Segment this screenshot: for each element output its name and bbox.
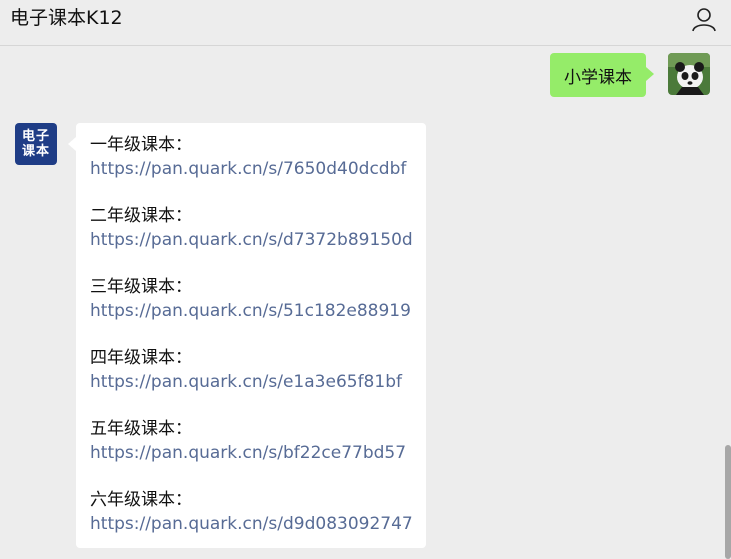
grade-link[interactable]: https://pan.quark.cn/s/d9d083092747	[90, 512, 413, 536]
incoming-message: 一年级课本： https://pan.quark.cn/s/7650d40dcd…	[68, 123, 426, 548]
chat-title: 电子课本K12	[10, 7, 123, 29]
grade-entry: 四年级课本： https://pan.quark.cn/s/e1a3e65f81…	[90, 346, 412, 394]
grade-label: 二年级课本：	[90, 206, 192, 226]
grade-label: 四年级课本：	[90, 348, 192, 368]
grade-label: 六年级课本：	[90, 490, 192, 510]
grade-label: 三年级课本：	[90, 277, 192, 297]
panda-avatar[interactable]	[668, 53, 710, 95]
scrollbar[interactable]	[725, 445, 731, 559]
grade-label: 一年级课本：	[90, 135, 192, 155]
bot-avatar-line1: 电子	[21, 129, 50, 144]
grade-entry: 三年级课本： https://pan.quark.cn/s/51c182e889…	[90, 275, 412, 323]
outgoing-message-text: 小学课本	[564, 67, 632, 88]
grade-link[interactable]: https://pan.quark.cn/s/bf22ce77bd57	[90, 441, 412, 465]
grade-link[interactable]: https://pan.quark.cn/s/51c182e88919	[90, 299, 412, 323]
grade-entry: 五年级课本： https://pan.quark.cn/s/bf22ce77bd…	[90, 417, 412, 465]
outgoing-message[interactable]: 小学课本	[550, 53, 654, 97]
user-icon[interactable]	[691, 6, 717, 32]
grade-entry: 二年级课本： https://pan.quark.cn/s/d7372b8915…	[90, 204, 413, 252]
grade-entry: 一年级课本： https://pan.quark.cn/s/7650d40dcd…	[90, 133, 412, 181]
grade-label: 五年级课本：	[90, 419, 192, 439]
grade-link[interactable]: https://pan.quark.cn/s/7650d40dcdbf	[90, 157, 412, 181]
grade-link[interactable]: https://pan.quark.cn/s/d7372b89150d	[90, 228, 413, 252]
grade-entry: 六年级课本： https://pan.quark.cn/s/d9d0830927…	[90, 488, 413, 536]
grade-link[interactable]: https://pan.quark.cn/s/e1a3e65f81bf	[90, 370, 412, 394]
bot-avatar-line2: 课本	[21, 144, 50, 159]
bot-avatar[interactable]: 电子 课本	[15, 123, 57, 165]
chat-header: 电子课本K12	[0, 0, 731, 46]
